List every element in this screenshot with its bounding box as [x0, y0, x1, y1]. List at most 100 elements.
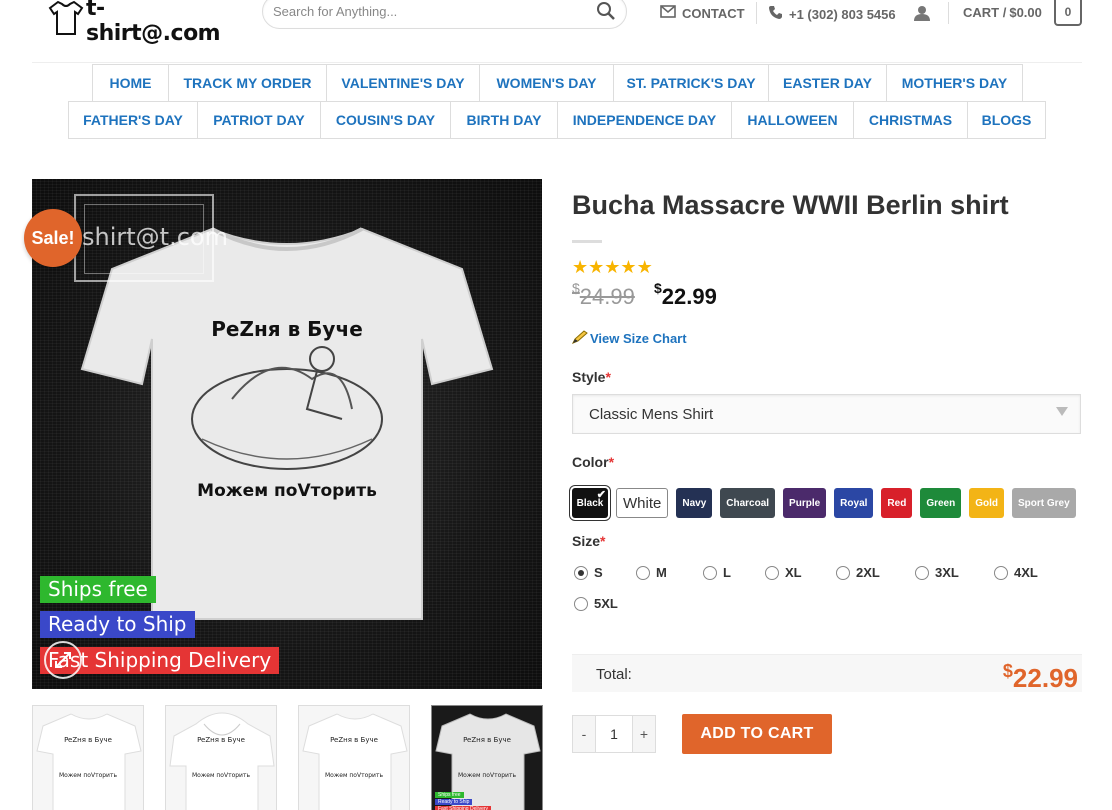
nav-womens-day[interactable]: WOMEN'S DAY [480, 65, 614, 101]
ships-free-tag: Ships free [40, 576, 156, 603]
header-divider [948, 2, 949, 24]
nav-valentines-day[interactable]: VALENTINE'S DAY [327, 65, 480, 101]
shirt-print-top-text: PeZня в Буче [211, 317, 363, 341]
title-divider [572, 240, 602, 243]
nav-birth-day[interactable]: BIRTH DAY [451, 102, 558, 138]
style-select[interactable]: Classic Mens Shirt [572, 394, 1081, 434]
cart-link[interactable]: CART / $0.00 [963, 5, 1042, 20]
color-swatch-red[interactable]: Red [881, 488, 913, 518]
phone-link[interactable]: +1 (302) 803 5456 [768, 5, 896, 23]
thumb-print-bottom: Можем поVторить [59, 772, 117, 779]
ruler-icon [571, 330, 588, 347]
rating-stars: ★★★★★ [572, 257, 653, 278]
radio-button[interactable] [765, 565, 779, 580]
nav-cousins-day[interactable]: COUSIN'S DAY [321, 102, 451, 138]
size-option-3xl[interactable]: 3XL [915, 565, 959, 580]
thumbnail-image[interactable]: PeZня в Буче Можем поVторить [165, 705, 277, 810]
logo-text: t-shirt@.com [86, 0, 221, 46]
star-icon: ★ [588, 257, 605, 277]
contact-label: CONTACT [682, 5, 745, 21]
total-price: $22.99 [1002, 661, 1078, 693]
size-option-s[interactable]: S [574, 565, 603, 580]
size-label: Size* [572, 533, 606, 549]
size-option-m[interactable]: M [636, 565, 667, 580]
color-swatch-white[interactable]: White [616, 488, 669, 518]
product-title: Bucha Massacre WWII Berlin shirt [572, 190, 1009, 220]
color-swatch-green[interactable]: Green [920, 488, 962, 518]
thumb-print-bottom: Можем поVторить [458, 772, 516, 779]
product-main-image[interactable]: shirt@t.com PeZня в Буче Можем поVторить… [32, 179, 542, 689]
sale-badge: Sale! [24, 209, 82, 267]
add-to-cart-button[interactable]: ADD TO CART [682, 714, 832, 754]
nav-halloween[interactable]: HALLOWEEN [732, 102, 854, 138]
size-chart-link[interactable]: View Size Chart [571, 330, 687, 347]
radio-button[interactable] [636, 565, 650, 580]
nav-christmas[interactable]: CHRISTMAS [854, 102, 968, 138]
color-swatch-sport-grey[interactable]: Sport Grey [1012, 488, 1076, 518]
site-logo[interactable]: t-shirt@.com [44, 0, 224, 46]
nav-home[interactable]: HOME [93, 65, 169, 101]
thumb-print-text: PeZня в Буче [330, 736, 378, 744]
thumbnail-image[interactable]: PeZня в Буче Можем поVторить [298, 705, 410, 810]
search-icon[interactable] [596, 1, 616, 26]
thumb-print-text: PeZня в Буче [64, 736, 112, 744]
radio-button[interactable] [915, 565, 929, 580]
nav-patriot-day[interactable]: PATRIOT DAY [198, 102, 321, 138]
search-input[interactable] [273, 4, 573, 19]
color-swatch-royal[interactable]: Royal [834, 488, 874, 518]
radio-button[interactable] [836, 565, 850, 580]
star-icon: ★ [636, 257, 653, 277]
envelope-icon [660, 5, 676, 21]
product-page: t-shirt@.com CONTACT +1 (302) 803 5456 C… [0, 0, 1112, 810]
size-option-2xl[interactable]: 2XL [836, 565, 880, 580]
quantity-stepper: - + [572, 715, 656, 753]
shirt-print-bottom-text: Можем поVторить [197, 481, 377, 501]
nav-fathers-day[interactable]: FATHER'S DAY [69, 102, 198, 138]
color-swatch-charcoal[interactable]: Charcoal [720, 488, 776, 518]
nav-st-patricks-day[interactable]: ST. PATRICK'S DAY [614, 65, 769, 101]
radio-button[interactable] [574, 565, 588, 580]
thumb-ready-tag: Ready to Ship [435, 799, 473, 805]
quantity-increase-button[interactable]: + [632, 715, 656, 753]
thumbnail-strip: PeZня в Буче Можем поVторить PeZня в Буч… [32, 705, 543, 810]
thumb-print-bottom: Можем поVторить [192, 772, 250, 779]
search-bar [262, 0, 627, 29]
color-swatch-gold[interactable]: Gold [969, 488, 1004, 518]
color-swatch-navy[interactable]: Navy [676, 488, 713, 518]
nav-easter-day[interactable]: EASTER DAY [769, 65, 887, 101]
thumb-fast-tag: Fast Shipping Delivery [435, 806, 492, 810]
shirt-logo-icon [48, 0, 84, 35]
user-icon [913, 5, 931, 24]
quantity-decrease-button[interactable]: - [572, 715, 596, 753]
zoom-expand-icon[interactable] [44, 641, 82, 679]
style-label: Style* [572, 369, 611, 385]
contact-link[interactable]: CONTACT [660, 5, 745, 21]
account-link[interactable] [913, 5, 931, 24]
color-swatch-black[interactable]: Black ✔ [572, 488, 608, 518]
size-option-l[interactable]: L [703, 565, 731, 580]
cart-count-badge[interactable]: 0 [1054, 0, 1082, 26]
thumbnail-image[interactable]: PeZня в Буче Можем поVторить [32, 705, 144, 810]
nav-blogs[interactable]: BLOGS [968, 102, 1046, 138]
size-option-xl[interactable]: XL [765, 565, 802, 580]
thumbnail-image[interactable]: PeZня в Буче Можем поVторить Ships free … [431, 705, 543, 810]
original-price: $24.99 [572, 280, 635, 309]
quantity-input[interactable] [596, 715, 632, 753]
radio-button[interactable] [703, 565, 717, 580]
size-option-5xl[interactable]: 5XL [574, 596, 618, 611]
nav-track-my-order[interactable]: TRACK MY ORDER [169, 65, 327, 101]
ready-to-ship-tag: Ready to Ship [40, 611, 195, 638]
sale-price: $22.99 [654, 280, 717, 309]
nav-independence-day[interactable]: INDEPENDENCE DAY [558, 102, 732, 138]
cart-total: $0.00 [1009, 5, 1042, 20]
color-swatch-purple[interactable]: Purple [783, 488, 827, 518]
chevron-down-icon [1056, 407, 1068, 416]
style-selected-value: Classic Mens Shirt [589, 406, 714, 423]
total-bar: Total: $22.99 [572, 654, 1082, 693]
color-label: Color* [572, 454, 615, 470]
radio-button[interactable] [994, 565, 1008, 580]
size-option-4xl[interactable]: 4XL [994, 565, 1038, 580]
radio-button[interactable] [574, 596, 588, 611]
check-icon: ✔ [596, 489, 606, 501]
nav-mothers-day[interactable]: MOTHER'S DAY [887, 65, 1023, 101]
